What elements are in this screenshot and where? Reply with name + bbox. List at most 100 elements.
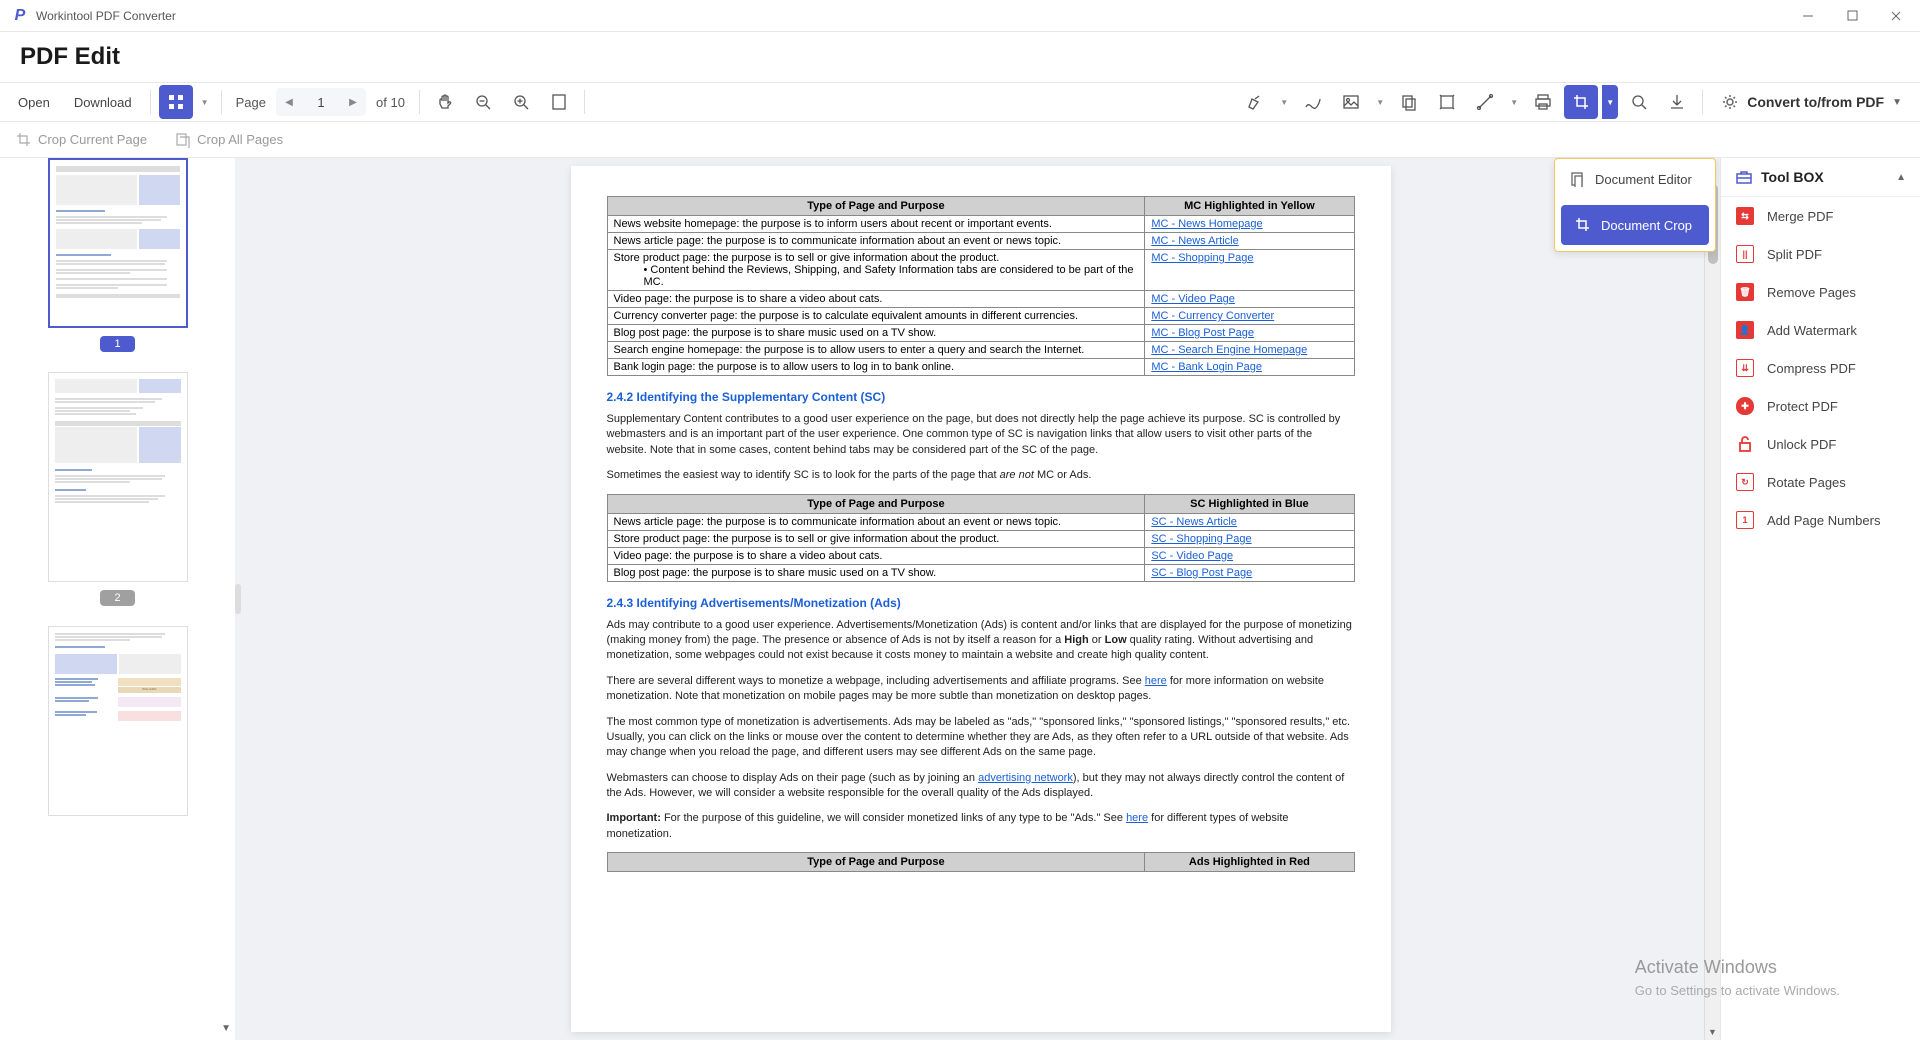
link[interactable]: MC - Search Engine Homepage [1151, 344, 1307, 356]
header: PDF Edit [0, 32, 1920, 82]
page-label: Page [236, 95, 266, 110]
crop-current-label: Crop Current Page [38, 132, 147, 147]
fit-page-button[interactable] [542, 85, 576, 119]
crop-all-icon [175, 132, 191, 148]
page-input[interactable] [302, 88, 340, 116]
titlebar: P Workintool PDF Converter [0, 0, 1920, 32]
link[interactable]: MC - News Article [1151, 235, 1238, 247]
chevron-down-icon: ▼ [1892, 97, 1902, 108]
thumbnails-grid-button[interactable] [159, 85, 193, 119]
link[interactable]: MC - Shopping Page [1151, 252, 1253, 264]
thumb-scroll-down[interactable]: ▼ [221, 1023, 231, 1034]
link[interactable]: advertising network [978, 772, 1073, 784]
link[interactable]: SC - Shopping Page [1151, 533, 1251, 545]
copy-tool-button[interactable] [1392, 85, 1426, 119]
link[interactable]: MC - News Homepage [1151, 218, 1262, 230]
convert-menu[interactable]: Convert to/from PDF ▼ [1711, 89, 1912, 115]
tool-merge-pdf[interactable]: ⇆Merge PDF [1721, 197, 1920, 235]
tool-add-page-numbers[interactable]: 1Add Page Numbers [1721, 501, 1920, 539]
highlight-dropdown[interactable]: ▼ [1276, 98, 1292, 107]
page-prev-button[interactable]: ◀ [276, 88, 302, 116]
pan-tool-button[interactable] [428, 85, 462, 119]
window-maximize-button[interactable] [1840, 4, 1864, 28]
tool-compress-pdf[interactable]: ⇊Compress PDF [1721, 349, 1920, 387]
image-tool-button[interactable] [1334, 85, 1368, 119]
window-close-button[interactable] [1884, 4, 1908, 28]
link[interactable]: here [1145, 675, 1167, 687]
divider [419, 90, 420, 114]
page-total: of 10 [376, 95, 405, 110]
para: Supplementary Content contributes to a g… [607, 412, 1355, 458]
page-nav: ◀ ▶ [276, 88, 366, 116]
link[interactable]: MC - Video Page [1151, 293, 1235, 305]
highlight-tool-button[interactable] [1238, 85, 1272, 119]
split-icon: || [1735, 244, 1755, 264]
line-tool-button[interactable] [1468, 85, 1502, 119]
document-canvas[interactable]: Type of Page and PurposeMC Highlighted i… [241, 158, 1720, 1040]
signature-tool-button[interactable] [1296, 85, 1330, 119]
settings-icon [1721, 93, 1739, 111]
zoom-in-button[interactable] [504, 85, 538, 119]
thumb-label-2: 2 [100, 590, 134, 606]
window-minimize-button[interactable] [1796, 4, 1820, 28]
select-tool-button[interactable] [1430, 85, 1464, 119]
page-content: Type of Page and PurposeMC Highlighted i… [571, 166, 1391, 1032]
tool-remove-pages[interactable]: 🗑Remove Pages [1721, 273, 1920, 311]
para: Webmasters can choose to display Ads on … [607, 771, 1355, 802]
document-crop-icon [1575, 217, 1591, 233]
document-editor-icon [1569, 171, 1585, 187]
tool-protect-pdf[interactable]: ✚Protect PDF [1721, 387, 1920, 425]
print-button[interactable] [1526, 85, 1560, 119]
crop-tool-button[interactable] [1564, 85, 1598, 119]
tool-add-watermark[interactable]: 👤Add Watermark [1721, 311, 1920, 349]
para: Important: For the purpose of this guide… [607, 811, 1355, 842]
link[interactable]: MC - Currency Converter [1151, 310, 1274, 322]
tool-rotate-pages[interactable]: ↻Rotate Pages [1721, 463, 1920, 501]
link[interactable]: SC - Video Page [1151, 550, 1233, 562]
save-button[interactable] [1660, 85, 1694, 119]
thumbnail-3[interactable]: WILLIAMS [12, 626, 223, 824]
thumbnail-1[interactable]: 1 [12, 158, 223, 352]
link[interactable]: SC - Blog Post Page [1151, 567, 1252, 579]
link[interactable]: MC - Blog Post Page [1151, 327, 1254, 339]
main: 1 [0, 158, 1920, 1040]
para: There are several different ways to mone… [607, 674, 1355, 705]
crop-all-pages-button[interactable]: Crop All Pages [167, 128, 291, 152]
search-button[interactable] [1622, 85, 1656, 119]
thumbnails-panel[interactable]: 1 [0, 158, 235, 1040]
thumbnail-2[interactable]: 2 [12, 372, 223, 606]
page-next-button[interactable]: ▶ [340, 88, 366, 116]
para: Ads may contribute to a good user experi… [607, 618, 1355, 664]
heading-242: 2.4.2 Identifying the Supplementary Cont… [607, 390, 1355, 404]
tool-unlock-pdf[interactable]: Unlock PDF [1721, 425, 1920, 463]
link[interactable]: MC - Bank Login Page [1151, 361, 1262, 373]
crop-all-label: Crop All Pages [197, 132, 283, 147]
download-button[interactable]: Download [64, 89, 142, 116]
para: The most common type of monetization is … [607, 715, 1355, 761]
link[interactable]: SC - News Article [1151, 516, 1237, 528]
crop-dropdown[interactable]: ▼ [1602, 85, 1618, 119]
image-dropdown[interactable]: ▼ [1372, 98, 1388, 107]
table-mc: Type of Page and PurposeMC Highlighted i… [607, 196, 1355, 376]
pagenum-icon: 1 [1735, 510, 1755, 530]
popup-label: Document Editor [1595, 172, 1692, 187]
crop-current-page-button[interactable]: Crop Current Page [8, 128, 155, 152]
compress-icon: ⇊ [1735, 358, 1755, 378]
tool-split-pdf[interactable]: ||Split PDF [1721, 235, 1920, 273]
zoom-out-button[interactable] [466, 85, 500, 119]
remove-icon: 🗑 [1735, 282, 1755, 302]
open-button[interactable]: Open [8, 89, 60, 116]
document-crop-option[interactable]: Document Crop [1561, 205, 1709, 245]
canvas-scrollbar[interactable]: ▲ ▼ [1704, 158, 1720, 1040]
para: Sometimes the easiest way to identify SC… [607, 468, 1355, 483]
thumbnails-dropdown-arrow[interactable]: ▼ [197, 98, 213, 107]
app-logo-icon: P [12, 8, 28, 24]
link[interactable]: here [1126, 812, 1148, 824]
toolbox-header[interactable]: Tool BOX ▲ [1721, 158, 1920, 197]
table-ads: Type of Page and PurposeAds Highlighted … [607, 852, 1355, 872]
document-editor-option[interactable]: Document Editor [1555, 159, 1715, 199]
line-dropdown[interactable]: ▼ [1506, 98, 1522, 107]
scroll-down[interactable]: ▼ [1708, 1024, 1717, 1040]
divider [1702, 90, 1703, 114]
toolbox-panel: Tool BOX ▲ ⇆Merge PDF ||Split PDF 🗑Remov… [1720, 158, 1920, 1040]
